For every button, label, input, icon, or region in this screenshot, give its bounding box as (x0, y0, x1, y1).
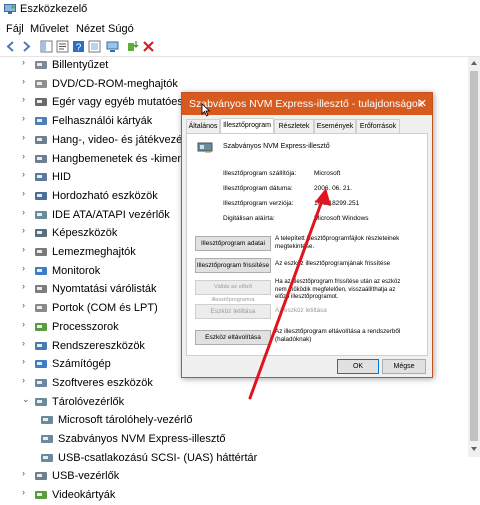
tree-item-label: USB-vezérlők (52, 470, 120, 483)
usb-icon (35, 472, 47, 481)
tree-item-label: Videokártyák (52, 489, 116, 502)
expand-arrow-icon[interactable]: › (22, 468, 32, 478)
display-adapter-icon (35, 491, 47, 500)
annotation-arrow (248, 188, 331, 400)
expand-arrow-icon[interactable]: › (22, 487, 32, 497)
mouse-cursor-icon (201, 103, 211, 117)
